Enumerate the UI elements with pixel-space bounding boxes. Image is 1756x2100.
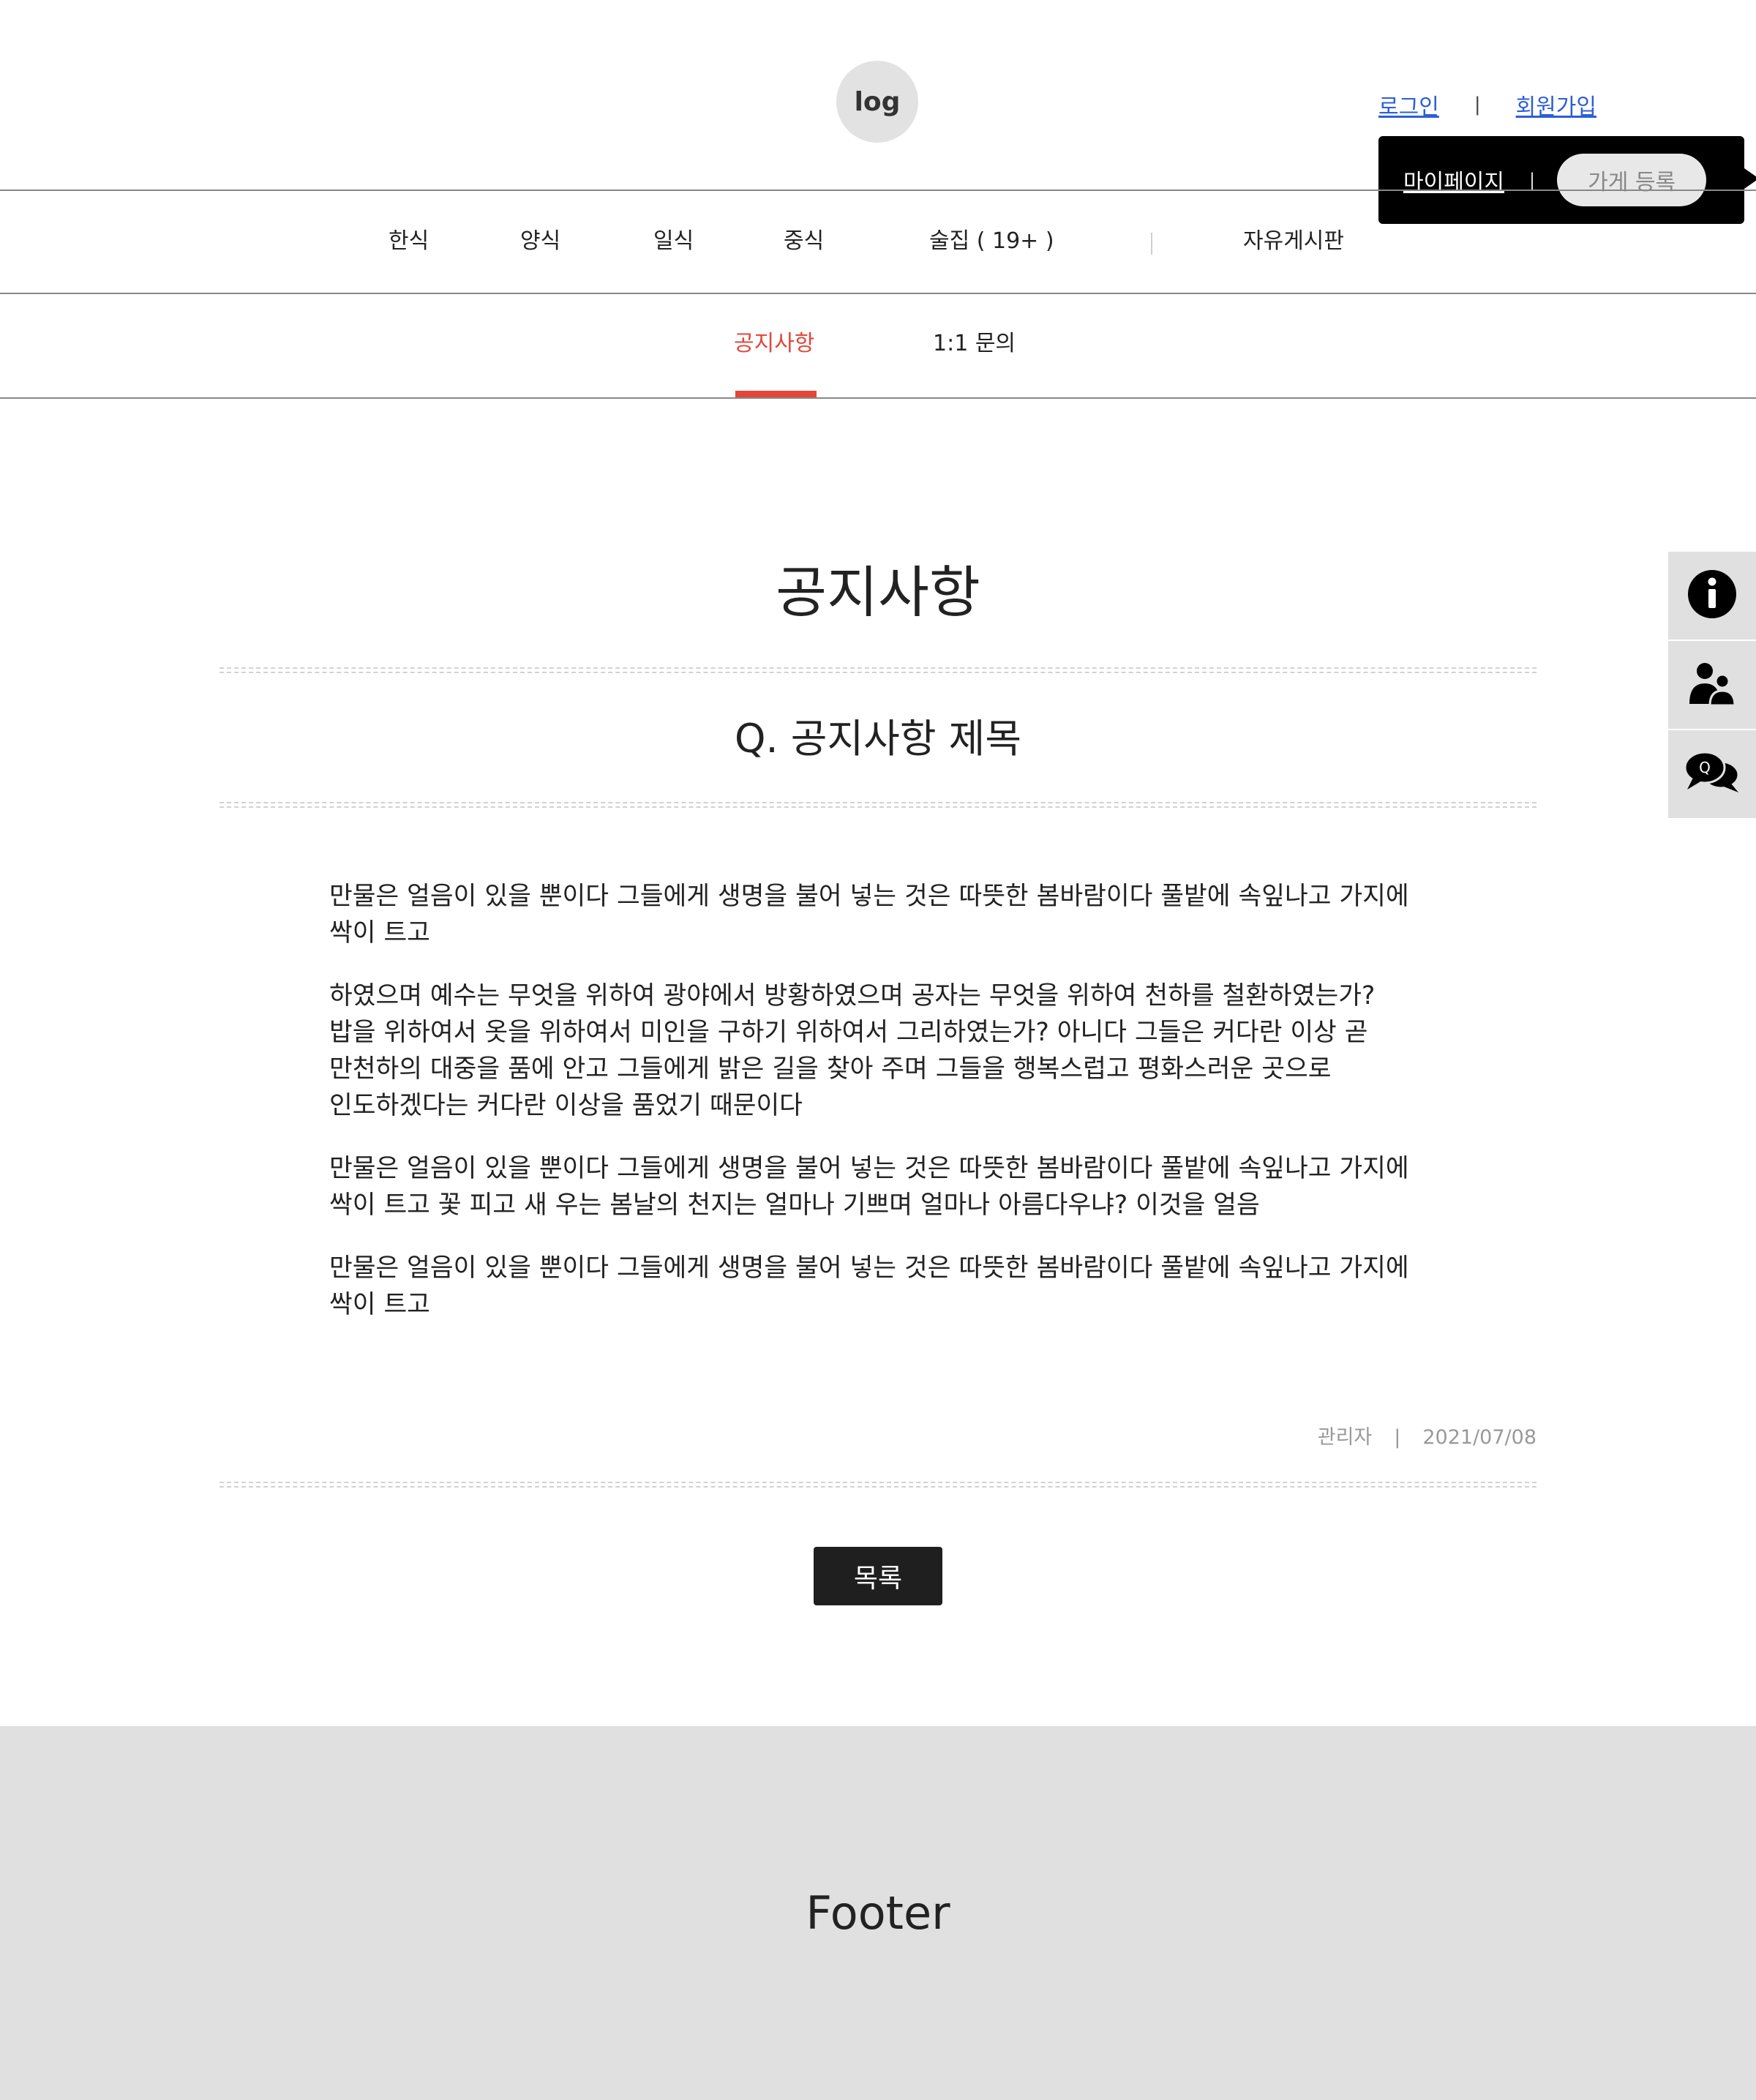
post-paragraph: 만물은 얼음이 있을 뿐이다 그들에게 생명을 불어 넣는 것은 따뜻한 봄바람… (329, 1253, 1409, 1319)
nav-item-chinese[interactable]: 중식 (784, 223, 824, 260)
post-meta: 관리자 | 2021/07/08 (1318, 1423, 1536, 1452)
title-divider (220, 667, 1536, 673)
footer: Footer (0, 1726, 1756, 2100)
footer-text: Footer (806, 1886, 950, 1940)
nav-item-japanese[interactable]: 일식 (653, 223, 694, 260)
nav-item-bar[interactable]: 술집 ( 19+ ) (929, 223, 1054, 260)
login-link[interactable]: 로그인 (1378, 89, 1439, 121)
post-date: 2021/07/08 (1422, 1426, 1536, 1449)
page-title: 공지사항 (776, 560, 980, 625)
tab-inquiry[interactable]: 1:1 문의 (933, 326, 1016, 362)
site-logo[interactable]: log (836, 61, 918, 143)
logo-text: log (854, 86, 901, 117)
popup-separator: | (1529, 170, 1536, 190)
auth-links: 로그인 | 회원가입 (1378, 86, 1596, 123)
header-divider (0, 190, 1756, 191)
post-paragraph: 만물은 얼음이 있을 뿐이다 그들에게 생명을 불어 넣는 것은 따뜻한 봄바람… (329, 882, 1409, 948)
post-bottom-divider (220, 1482, 1536, 1488)
post-paragraph: 만물은 얼음이 있을 뿐이다 그들에게 생명을 불어 넣는 것은 따뜻한 봄바람… (329, 1154, 1409, 1220)
nav-item-korean[interactable]: 한식 (389, 223, 429, 260)
store-register-button[interactable]: 가게 등록 (1557, 154, 1707, 206)
auth-separator: | (1474, 94, 1481, 116)
nav-divider (1151, 233, 1152, 255)
nav-item-free-board[interactable]: 자유게시판 (1243, 223, 1344, 260)
tab-notice[interactable]: 공지사항 (734, 326, 814, 362)
nav-divider-line (0, 293, 1756, 294)
mypage-link[interactable]: 마이페이지 (1403, 164, 1504, 196)
post-title: Q. 공지사항 제목 (734, 716, 1022, 762)
post-author: 관리자 (1317, 1426, 1373, 1449)
list-button[interactable]: 목록 (814, 1547, 942, 1605)
signup-link[interactable]: 회원가입 (1516, 89, 1596, 121)
users-icon (1688, 661, 1736, 708)
post-title-divider (220, 802, 1536, 808)
subnav-divider-line (0, 397, 1756, 399)
post-body: 만물은 얼음이 있을 뿐이다 그들에게 생명을 불어 넣는 것은 따뜻한 봄바람… (329, 878, 1427, 1349)
user-menu-popup: 마이페이지 | 가게 등록 (1378, 136, 1756, 224)
post-paragraph: 하였으며 예수는 무엇을 위하여 광야에서 방황하였으며 공자는 무엇을 위하여… (329, 981, 1376, 1120)
meta-separator: | (1394, 1426, 1401, 1449)
nav-item-western[interactable]: 양식 (520, 223, 560, 260)
